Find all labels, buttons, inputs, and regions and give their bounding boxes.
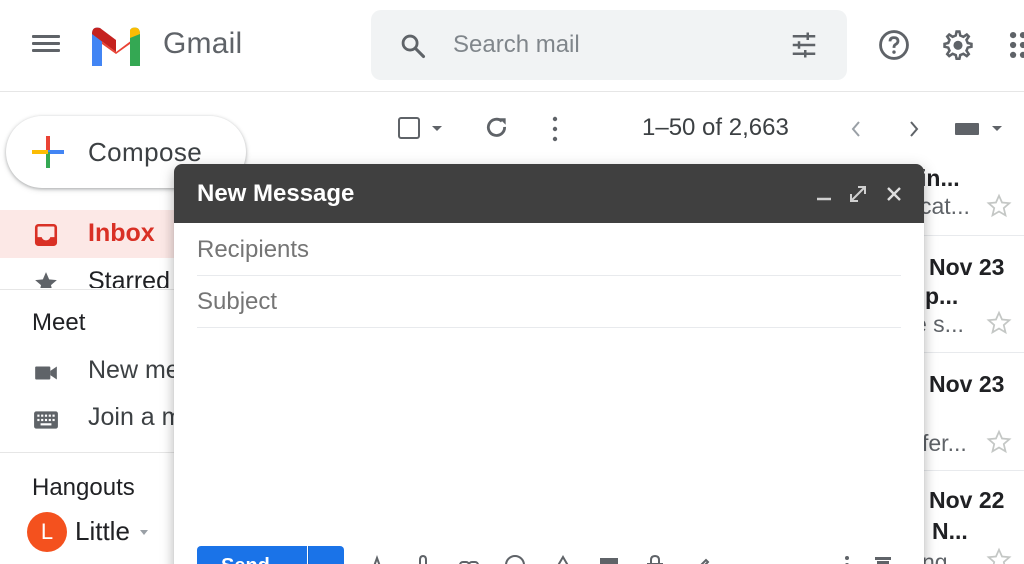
star-outline-icon[interactable] [986, 547, 1012, 564]
gmail-logo[interactable] [88, 24, 144, 66]
page-count: 1–50 of 2,663 [642, 114, 789, 141]
compose-window-header[interactable]: New Message [174, 164, 924, 223]
chevron-left-icon[interactable] [846, 118, 866, 140]
link-icon[interactable] [458, 554, 480, 564]
expand-icon[interactable] [848, 184, 868, 204]
email-date: Nov 22 [929, 487, 1005, 513]
email-snippet: ng [922, 549, 948, 564]
photo-icon[interactable] [598, 554, 620, 564]
chevron-right-icon[interactable] [904, 118, 924, 140]
schedule-send-button[interactable] [308, 546, 344, 564]
avatar: L [27, 512, 67, 552]
compose-window: New Message Send [174, 164, 924, 564]
sidebar-item-inbox[interactable]: Inbox [0, 210, 200, 258]
video-icon [35, 366, 57, 380]
minimize-icon[interactable] [814, 184, 834, 204]
email-sender: in... [920, 165, 960, 191]
email-snippet: fer... [922, 430, 967, 456]
plus-icon [32, 136, 64, 168]
recipients-row [197, 224, 901, 276]
star-outline-icon[interactable] [986, 310, 1012, 336]
search-input[interactable] [453, 29, 753, 61]
star-icon [35, 272, 57, 288]
email-sender: p... [925, 283, 959, 309]
search-icon[interactable] [399, 32, 427, 60]
select-options-caret-icon[interactable] [432, 126, 442, 131]
signature-icon[interactable] [690, 554, 712, 564]
sidebar-item-starred[interactable]: Starred [0, 258, 200, 288]
message-body-input[interactable] [197, 334, 901, 534]
subject-row [197, 276, 901, 328]
subject-input[interactable] [197, 286, 897, 318]
meet-section-title: Meet [32, 309, 86, 336]
keyboard-icon[interactable] [955, 123, 979, 135]
menu-icon-bar [32, 35, 60, 38]
compose-window-title: New Message [197, 180, 355, 207]
more-options-icon[interactable] [836, 554, 858, 564]
input-tools-caret-icon[interactable] [992, 126, 1002, 131]
meet-new-meeting[interactable]: New meeting [0, 352, 234, 392]
help-icon[interactable] [877, 28, 911, 62]
main-menu-button[interactable] [32, 33, 60, 57]
recipients-input[interactable] [197, 234, 897, 266]
hangouts-user-name: Little [75, 516, 130, 546]
hangouts-section-title: Hangouts [32, 474, 135, 501]
chevron-down-icon[interactable] [140, 530, 148, 535]
menu-icon-bar [32, 49, 60, 52]
select-all-checkbox[interactable] [398, 117, 420, 139]
email-snippet: cat... [920, 193, 970, 219]
attach-icon[interactable] [412, 554, 434, 564]
more-vert-icon[interactable] [550, 115, 560, 143]
apps-icon[interactable] [1006, 28, 1024, 62]
inbox-icon [34, 223, 58, 247]
email-date: Nov 23 [929, 371, 1005, 397]
star-outline-icon[interactable] [986, 193, 1012, 219]
formatting-icon[interactable] [366, 554, 388, 564]
search-bar [371, 10, 847, 80]
sidebar-divider [0, 289, 200, 290]
keyboard-icon [34, 411, 58, 429]
mail-toolbar: 1–50 of 2,663 [370, 100, 1024, 158]
emoji-icon[interactable] [504, 554, 526, 564]
menu-icon-bar [32, 42, 60, 45]
refresh-icon[interactable] [484, 115, 510, 141]
send-button[interactable]: Send [197, 546, 307, 564]
star-outline-icon[interactable] [986, 429, 1012, 455]
email-sender: N... [932, 518, 968, 544]
app-name: Gmail [163, 27, 243, 60]
close-icon[interactable] [884, 184, 904, 204]
email-date: Nov 23 [929, 254, 1005, 280]
drive-icon[interactable] [552, 554, 574, 564]
lock-icon[interactable] [644, 554, 666, 564]
trash-icon[interactable] [872, 554, 894, 564]
top-header: Gmail [0, 0, 1024, 92]
sidebar-divider [0, 452, 200, 453]
gear-icon[interactable] [941, 28, 975, 62]
tune-icon[interactable] [789, 30, 819, 60]
sidebar-item-label: Starred [88, 267, 170, 288]
meet-join-meeting[interactable]: Join a meeting [0, 399, 251, 439]
sidebar-item-label: Inbox [88, 219, 155, 247]
